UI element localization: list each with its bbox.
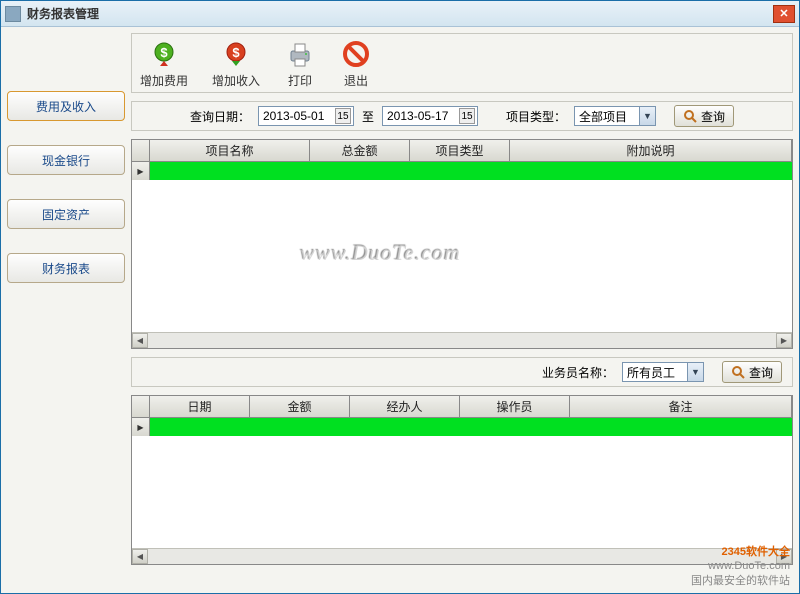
col-project-name[interactable]: 项目名称 [150, 140, 310, 161]
project-type-combo[interactable]: 全部项目 ▼ [574, 106, 656, 126]
grid-header: 项目名称 总金额 项目类型 附加说明 [132, 140, 792, 162]
filter-bar-bottom: 业务员名称： 所有员工 ▼ 查询 [131, 357, 793, 387]
sidebar-item-cash-bank[interactable]: 现金银行 [7, 145, 125, 175]
row-marker [132, 418, 150, 436]
grid-empty-area [132, 180, 792, 330]
scroll-left-icon[interactable]: ◀ [132, 549, 148, 564]
grid-header: 日期 金额 经办人 操作员 备注 [132, 396, 792, 418]
to-label: 至 [362, 108, 374, 125]
filter-bar-top: 查询日期： 15 至 15 项目类型： 全部项目 ▼ 查询 [131, 101, 793, 131]
scroll-track[interactable] [148, 549, 776, 564]
row-marker [132, 162, 150, 180]
chevron-down-icon[interactable]: ▼ [639, 107, 655, 125]
date-from-input[interactable]: 15 [258, 106, 354, 126]
printer-icon [284, 38, 316, 70]
window-title: 财务报表管理 [27, 5, 773, 22]
col-handler[interactable]: 经办人 [350, 396, 460, 417]
body: 费用及收入 现金银行 固定资产 财务报表 $ 增加费用 $ 增加收入 [1, 27, 799, 593]
dollar-up-icon: $ [148, 38, 180, 70]
scroll-track[interactable] [148, 333, 776, 348]
toolbar-label: 打印 [288, 72, 312, 89]
dollar-down-icon: $ [220, 38, 252, 70]
search-icon [683, 109, 697, 123]
type-label: 项目类型： [506, 108, 566, 125]
search-icon [731, 365, 745, 379]
date-to-input[interactable]: 15 [382, 106, 478, 126]
row-marker-header [132, 396, 150, 417]
row-marker-header [132, 140, 150, 161]
app-window: 财务报表管理 ✕ 费用及收入 现金银行 固定资产 财务报表 $ 增加费用 $ [0, 0, 800, 594]
grid-bottom: 日期 金额 经办人 操作员 备注 ◀ ▶ [131, 395, 793, 565]
sidebar-item-fixed-assets[interactable]: 固定资产 [7, 199, 125, 229]
date-label: 查询日期： [190, 108, 250, 125]
brand-url: www.DuoTe.com [691, 559, 790, 573]
toolbar-label: 增加收入 [212, 72, 260, 89]
grid-empty-area [132, 436, 792, 546]
print-button[interactable]: 打印 [284, 38, 316, 89]
horizontal-scrollbar[interactable]: ◀ ▶ [132, 332, 792, 348]
add-expense-button[interactable]: $ 增加费用 [140, 38, 188, 89]
calendar-icon[interactable]: 15 [459, 108, 475, 124]
toolbar-label: 增加费用 [140, 72, 188, 89]
col-remark[interactable]: 备注 [570, 396, 792, 417]
col-date[interactable]: 日期 [150, 396, 250, 417]
svg-text:$: $ [232, 45, 240, 60]
query-button-top[interactable]: 查询 [674, 105, 734, 127]
calendar-icon[interactable]: 15 [335, 108, 351, 124]
date-to-field[interactable] [387, 109, 459, 123]
query-label: 查询 [749, 364, 773, 381]
close-button[interactable]: ✕ [773, 5, 795, 23]
table-row[interactable] [132, 162, 792, 180]
add-income-button[interactable]: $ 增加收入 [212, 38, 260, 89]
app-icon [5, 6, 21, 22]
toolbar-label: 退出 [344, 72, 368, 89]
row-cells [150, 418, 792, 436]
query-label: 查询 [701, 108, 725, 125]
sidebar-item-expense-income[interactable]: 费用及收入 [7, 91, 125, 121]
grid-top: 项目名称 总金额 项目类型 附加说明 ◀ ▶ [131, 139, 793, 349]
combo-value: 全部项目 [579, 108, 639, 125]
sidebar-label: 固定资产 [42, 206, 90, 223]
sidebar-label: 费用及收入 [36, 98, 96, 115]
chevron-down-icon[interactable]: ▼ [687, 363, 703, 381]
col-total-amount[interactable]: 总金额 [310, 140, 410, 161]
titlebar: 财务报表管理 ✕ [1, 1, 799, 27]
row-cells [150, 162, 792, 180]
col-operator[interactable]: 操作员 [460, 396, 570, 417]
brand-slogan: 国内最安全的软件站 [691, 574, 790, 588]
table-row[interactable] [132, 418, 792, 436]
brand-name: 2345软件大全 [722, 546, 790, 558]
scroll-right-icon[interactable]: ▶ [776, 333, 792, 348]
toolbar: $ 增加费用 $ 增加收入 打印 [131, 33, 793, 93]
scroll-left-icon[interactable]: ◀ [132, 333, 148, 348]
svg-text:$: $ [160, 45, 168, 60]
sidebar-item-financial-report[interactable]: 财务报表 [7, 253, 125, 283]
sidebar-label: 财务报表 [42, 260, 90, 277]
col-notes[interactable]: 附加说明 [510, 140, 792, 161]
sidebar: 费用及收入 现金银行 固定资产 财务报表 [7, 33, 125, 587]
staff-combo[interactable]: 所有员工 ▼ [622, 362, 704, 382]
exit-button[interactable]: 退出 [340, 38, 372, 89]
staff-label: 业务员名称： [542, 364, 614, 381]
main-panel: $ 增加费用 $ 增加收入 打印 [131, 33, 793, 587]
combo-value: 所有员工 [627, 364, 687, 381]
col-amount[interactable]: 金额 [250, 396, 350, 417]
sidebar-label: 现金银行 [42, 152, 90, 169]
query-button-bottom[interactable]: 查询 [722, 361, 782, 383]
footer-brand: 2345软件大全 www.DuoTe.com 国内最安全的软件站 [691, 545, 790, 588]
date-from-field[interactable] [263, 109, 335, 123]
forbidden-icon [340, 38, 372, 70]
col-project-type[interactable]: 项目类型 [410, 140, 510, 161]
